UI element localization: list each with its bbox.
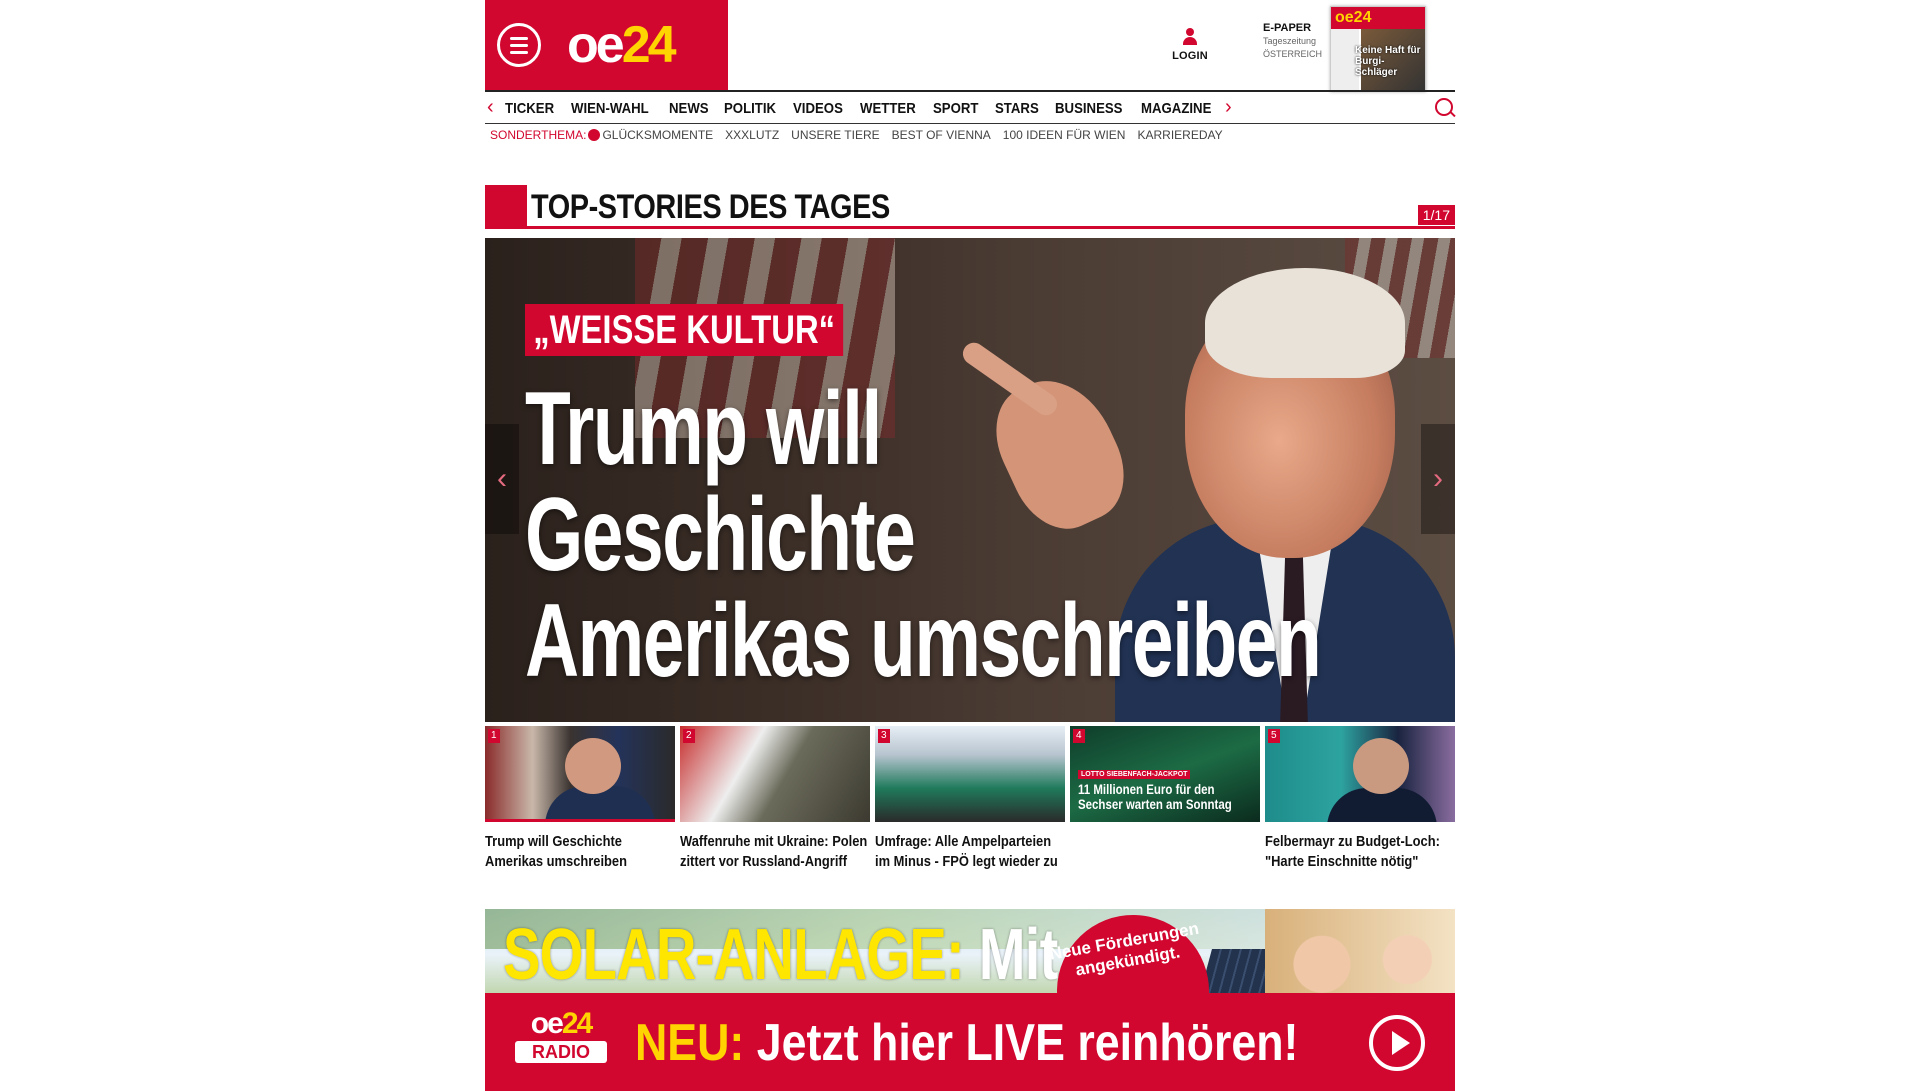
story-caption[interactable]: Waffenruhe mit Ukraine: Polen zittert vo… <box>680 832 869 872</box>
login-label: LOGIN <box>1172 50 1208 62</box>
hero-headline[interactable]: Trump will Geschichte Amerikas umschreib… <box>525 376 1331 694</box>
radio-logo: oe24 RADIO <box>515 1009 607 1063</box>
story-thumb[interactable]: 1 Trump will Geschichte Amerikas umschre… <box>485 726 675 872</box>
hero-story[interactable]: „WEISSE KULTUR“ Trump will Geschichte Am… <box>485 238 1455 722</box>
epaper-subtitle-2: ÖSTERREICH <box>1263 49 1323 59</box>
user-icon <box>1183 28 1197 46</box>
heart-icon <box>588 129 601 141</box>
special-topics-bar: SONDERTHEMA: GLÜCKSMOMENTE XXXLUTZ UNSERE … <box>490 128 1235 142</box>
epaper-masthead: oe24 <box>1331 7 1425 29</box>
play-icon[interactable] <box>1369 1015 1425 1071</box>
page: oe24 LOGIN E-PAPER Tageszeitung ÖSTERREI… <box>485 0 1455 1091</box>
special-topic-link[interactable]: GLÜCKSMOMENTE <box>602 128 713 142</box>
radio-text: NEU: Jetzt hier LIVE reinhören! <box>635 1014 1299 1072</box>
carousel-prev-icon[interactable]: ‹ <box>485 424 519 534</box>
epaper-link[interactable]: E-PAPER Tageszeitung ÖSTERREICH <box>1263 22 1322 61</box>
nav-item-business[interactable]: BUSINESS <box>1055 100 1122 117</box>
special-topic-link[interactable]: 100 IDEEN FÜR WIEN <box>1003 128 1126 142</box>
section-title: TOP-STORIES DES TAGES <box>531 188 890 226</box>
story-number: 2 <box>683 729 695 743</box>
nav-item-news[interactable]: NEWS <box>669 100 709 117</box>
nav-next-icon[interactable]: › <box>1225 95 1232 119</box>
lotto-tag: LOTTO SIEBENFACH-JACKPOT <box>1078 770 1191 779</box>
story-thumbnails: 1 Trump will Geschichte Amerikas umschre… <box>485 726 1455 872</box>
slide-counter: 1/17 <box>1417 205 1455 225</box>
story-thumb[interactable]: 4 LOTTO SIEBENFACH-JACKPOT 11 Millionen … <box>1070 726 1260 872</box>
story-thumb-image: 4 LOTTO SIEBENFACH-JACKPOT 11 Millionen … <box>1070 726 1260 822</box>
search-icon[interactable] <box>1435 98 1453 116</box>
section-header: TOP-STORIES DES TAGES 1/17 <box>485 185 1455 229</box>
oe24-logo[interactable]: oe24 <box>567 16 677 74</box>
nav-item-politik[interactable]: POLITIK <box>724 100 776 117</box>
special-topic-link[interactable]: UNSERE TIERE <box>791 128 879 142</box>
radio-banner[interactable]: oe24 RADIO NEU: Jetzt hier LIVE reinhöre… <box>485 993 1455 1091</box>
story-caption[interactable]: Trump will Geschichte Amerikas umschreib… <box>485 832 674 872</box>
special-topic-link[interactable]: XXXLUTZ <box>725 128 779 142</box>
solar-advertisement[interactable]: SOLAR-ANLAGE: Mit Neue Förderungen angek… <box>485 909 1455 1001</box>
story-thumb-image: 2 <box>680 726 870 822</box>
nav-item-ticker[interactable]: TICKER <box>505 100 554 117</box>
story-number: 1 <box>488 729 500 743</box>
special-topic-link[interactable]: KARRIEREDAY <box>1137 128 1222 142</box>
special-topics-label: SONDERTHEMA: <box>490 128 587 142</box>
nav-item-stars[interactable]: STARS <box>995 100 1039 117</box>
nav-list: TICKER WIEN-WAHL NEWS POLITIK VIDEOS WETTER SP… <box>505 92 1215 124</box>
story-caption[interactable]: Felbermayr zu Budget-Loch: "Harte Einsch… <box>1265 832 1454 872</box>
story-number: 4 <box>1073 729 1085 743</box>
nav-item-wien-wahl[interactable]: WIEN-WAHL <box>571 100 649 117</box>
hero-kicker: „WEISSE KULTUR“ <box>525 304 844 356</box>
thumb-overlay-text: 11 Millionen Euro für den Sechser warten… <box>1078 781 1232 812</box>
carousel-next-icon[interactable]: › <box>1421 424 1455 534</box>
main-nav: ‹ TICKER WIEN-WAHL NEWS POLITIK VIDEOS WETTER… <box>485 90 1455 124</box>
story-thumb[interactable]: 2 Waffenruhe mit Ukraine: Polen zittert … <box>680 726 870 872</box>
epaper-title: E-PAPER <box>1263 22 1312 34</box>
story-thumb[interactable]: 3 Umfrage: Alle Ampelparteien im Minus -… <box>875 726 1065 872</box>
epaper-thumbnail[interactable]: oe24 Keine Haft für Burgi-Schläger <box>1330 6 1426 92</box>
login-button[interactable]: LOGIN <box>1170 28 1210 62</box>
story-number: 3 <box>878 729 890 743</box>
ad-headline: SOLAR-ANLAGE: Mit <box>503 915 1058 995</box>
special-topic-link[interactable]: BEST OF VIENNA <box>892 128 991 142</box>
nav-prev-icon[interactable]: ‹ <box>487 95 494 119</box>
ad-people-image <box>1265 909 1455 1001</box>
story-caption[interactable]: Umfrage: Alle Ampelparteien im Minus - F… <box>875 832 1064 872</box>
story-thumb[interactable]: 5 Felbermayr zu Budget-Loch: "Harte Eins… <box>1265 726 1455 872</box>
story-thumb-image: 5 <box>1265 726 1455 822</box>
epaper-subtitle-1: Tageszeitung <box>1263 36 1317 46</box>
nav-item-wetter[interactable]: WETTER <box>860 100 916 117</box>
epaper-headline: Keine Haft für Burgi-Schläger <box>1355 45 1421 78</box>
nav-item-sport[interactable]: SPORT <box>933 100 978 117</box>
story-thumb-image: 1 <box>485 726 675 822</box>
nav-item-videos[interactable]: VIDEOS <box>793 100 843 117</box>
nav-item-magazine[interactable]: MAGAZINE <box>1141 100 1211 117</box>
logo-area: oe24 <box>485 0 728 90</box>
story-number: 5 <box>1268 729 1280 743</box>
menu-icon[interactable] <box>497 23 541 67</box>
story-thumb-image: 3 <box>875 726 1065 822</box>
